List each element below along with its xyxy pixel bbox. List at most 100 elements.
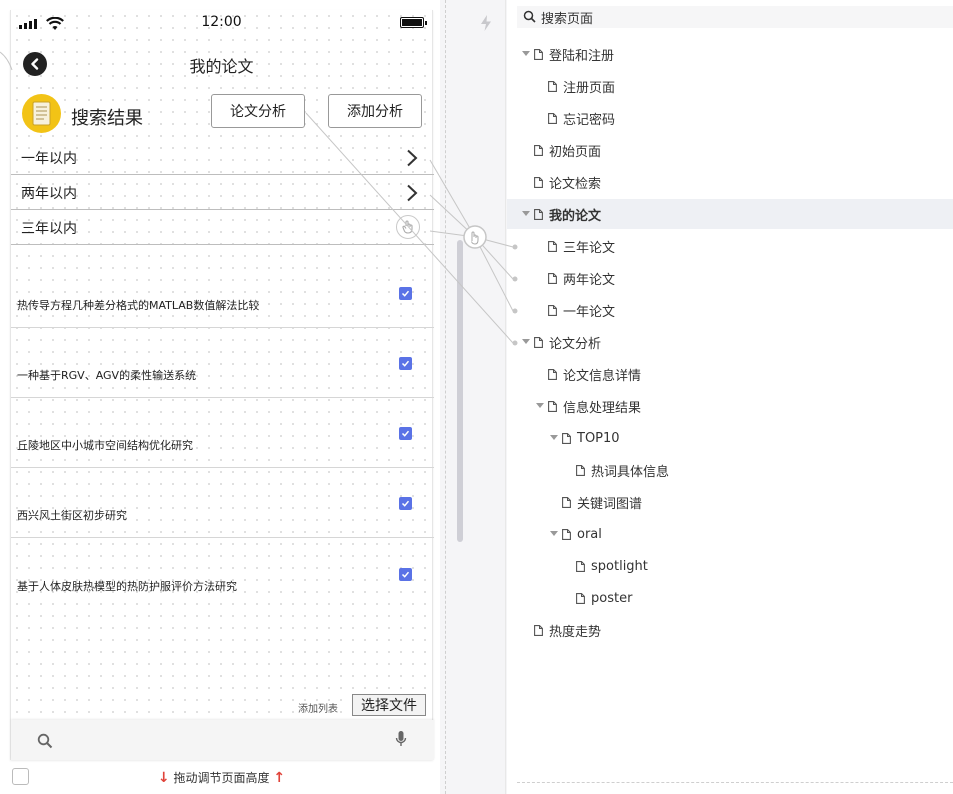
document-icon bbox=[22, 94, 61, 133]
caret-down-icon[interactable] bbox=[521, 211, 531, 217]
tree-item-label: 两年论文 bbox=[563, 272, 616, 288]
microphone-icon[interactable] bbox=[395, 730, 407, 748]
list-item[interactable]: 西兴风土街区初步研究 bbox=[11, 468, 434, 538]
page-icon bbox=[548, 304, 557, 316]
range-row-three-years[interactable]: 三年以内 bbox=[11, 211, 434, 245]
checkmark-icon bbox=[401, 571, 410, 578]
tree-item-label: TOP10 bbox=[577, 430, 620, 446]
tree-item[interactable]: 热词具体信息 bbox=[507, 455, 953, 485]
tree-item-label: 我的论文 bbox=[549, 208, 602, 224]
tree-item[interactable]: 三年论文 bbox=[507, 231, 953, 261]
tree-item[interactable]: 初始页面 bbox=[507, 135, 953, 165]
paper-title: 西兴风土街区初步研究 bbox=[17, 509, 127, 522]
range-label: 一年以内 bbox=[21, 150, 77, 167]
page-search-input[interactable]: 搜索页面 bbox=[517, 6, 953, 28]
lightning-icon[interactable] bbox=[479, 14, 493, 32]
chevron-right-icon bbox=[407, 184, 418, 202]
range-label: 两年以内 bbox=[21, 185, 77, 202]
resize-label: 拖动调节页面高度 bbox=[173, 771, 270, 785]
search-icon[interactable] bbox=[37, 733, 53, 749]
canvas-boundary bbox=[445, 0, 446, 794]
checkmark-icon bbox=[401, 290, 410, 297]
bottom-search-bar[interactable] bbox=[11, 720, 434, 760]
paper-checkbox[interactable] bbox=[399, 427, 412, 440]
list-item[interactable]: 一种基于RGV、AGV的柔性输送系统 bbox=[11, 328, 434, 398]
tree-item[interactable]: 登陆和注册 bbox=[507, 39, 953, 69]
tree-item-label: 一年论文 bbox=[563, 304, 616, 320]
tree-item-label: 初始页面 bbox=[549, 144, 602, 160]
list-item[interactable]: 热传导方程几种差分格式的MATLAB数值解法比较 bbox=[11, 258, 434, 328]
design-canvas: 12:00 我的论文 搜索结果 论文分析 添加分析 一年以内 两年以内 三年以内 bbox=[0, 0, 440, 794]
tree-item[interactable]: 我的论文 bbox=[507, 199, 953, 229]
list-item[interactable]: 基于人体皮肤热模型的热防护服评价方法研究 bbox=[11, 539, 434, 609]
caret-down-icon[interactable] bbox=[549, 435, 559, 441]
search-icon bbox=[523, 10, 536, 23]
pages-panel: 搜索页面 登陆和注册注册页面忘记密码初始页面论文检索我的论文三年论文两年论文一年… bbox=[507, 0, 953, 794]
caret-down-icon[interactable] bbox=[521, 339, 531, 345]
page-title: 我的论文 bbox=[189, 57, 254, 76]
page-icon bbox=[576, 592, 585, 604]
page-icon bbox=[548, 112, 557, 124]
tree-item[interactable]: 论文分析 bbox=[507, 327, 953, 357]
caret-down-icon[interactable] bbox=[535, 403, 545, 409]
tree-item[interactable]: 注册页面 bbox=[507, 71, 953, 101]
arrow-up-icon: ↑ bbox=[273, 770, 286, 786]
paper-checkbox[interactable] bbox=[399, 357, 412, 370]
tree-item[interactable]: TOP10 bbox=[507, 423, 953, 453]
arrow-down-icon: ↓ bbox=[157, 770, 170, 786]
paper-analysis-button[interactable]: 论文分析 bbox=[211, 94, 305, 128]
paper-checkbox[interactable] bbox=[399, 497, 412, 510]
tree-item-label: 热度走势 bbox=[549, 624, 602, 640]
page-icon bbox=[548, 368, 557, 380]
tree-item-label: 关键词图谱 bbox=[577, 496, 643, 512]
status-bar: 12:00 bbox=[11, 10, 432, 36]
canvas-scrollbar[interactable] bbox=[457, 240, 463, 542]
page-icon bbox=[548, 240, 557, 252]
tree-item-label: oral bbox=[577, 526, 602, 542]
page-icon bbox=[548, 400, 557, 412]
tree-item[interactable]: 热度走势 bbox=[507, 615, 953, 645]
add-list-label[interactable]: 添加列表 bbox=[298, 700, 338, 715]
tree-item[interactable]: 信息处理结果 bbox=[507, 391, 953, 421]
tree-item[interactable]: spotlight bbox=[507, 551, 953, 581]
checkmark-icon bbox=[401, 430, 410, 437]
caret-down-icon[interactable] bbox=[521, 51, 531, 57]
range-row-two-years[interactable]: 两年以内 bbox=[11, 176, 434, 210]
tree-item-label: 注册页面 bbox=[563, 80, 616, 96]
add-analysis-button[interactable]: 添加分析 bbox=[328, 94, 422, 128]
range-label: 三年以内 bbox=[21, 220, 77, 237]
tree-item-label: 论文分析 bbox=[549, 336, 602, 352]
tree-item[interactable]: 忘记密码 bbox=[507, 103, 953, 133]
caret-down-icon[interactable] bbox=[549, 531, 559, 537]
checkmark-icon bbox=[401, 360, 410, 367]
chevron-right-icon bbox=[407, 149, 418, 167]
paper-title: 一种基于RGV、AGV的柔性输送系统 bbox=[17, 369, 197, 382]
phone-frame: 12:00 我的论文 搜索结果 论文分析 添加分析 一年以内 两年以内 三年以内 bbox=[10, 10, 434, 760]
list-item[interactable]: 丘陵地区中小城市空间结构优化研究 bbox=[11, 398, 434, 468]
tree-item[interactable]: poster bbox=[507, 583, 953, 613]
page-icon bbox=[548, 80, 557, 92]
tree-item[interactable]: 论文信息详情 bbox=[507, 359, 953, 389]
page-height-resizer[interactable]: ↓ 拖动调节页面高度 ↑ bbox=[10, 762, 433, 792]
tree-item[interactable]: 两年论文 bbox=[507, 263, 953, 293]
tree-item[interactable]: 关键词图谱 bbox=[507, 487, 953, 517]
tree-item-label: 信息处理结果 bbox=[563, 400, 642, 416]
paper-checkbox[interactable] bbox=[399, 287, 412, 300]
tree-item-label: 热词具体信息 bbox=[591, 464, 670, 480]
range-row-one-year[interactable]: 一年以内 bbox=[11, 141, 434, 175]
tree-item[interactable]: 一年论文 bbox=[507, 295, 953, 325]
paper-title: 基于人体皮肤热模型的热防护服评价方法研究 bbox=[17, 580, 237, 593]
checkmark-icon bbox=[401, 500, 410, 507]
paper-checkbox[interactable] bbox=[399, 568, 412, 581]
page-icon bbox=[534, 624, 543, 636]
tree-item[interactable]: oral bbox=[507, 519, 953, 549]
page-icon bbox=[534, 144, 543, 156]
page-icon bbox=[534, 336, 543, 348]
choose-file-button[interactable]: 选择文件 bbox=[352, 694, 426, 716]
tree-item[interactable]: 论文检索 bbox=[507, 167, 953, 197]
results-heading: 搜索结果 bbox=[71, 108, 143, 129]
hotspot-hand-icon[interactable] bbox=[396, 215, 420, 239]
tree-item-label: 三年论文 bbox=[563, 240, 616, 256]
tree-item-label: 登陆和注册 bbox=[549, 48, 615, 64]
page-icon bbox=[576, 560, 585, 572]
